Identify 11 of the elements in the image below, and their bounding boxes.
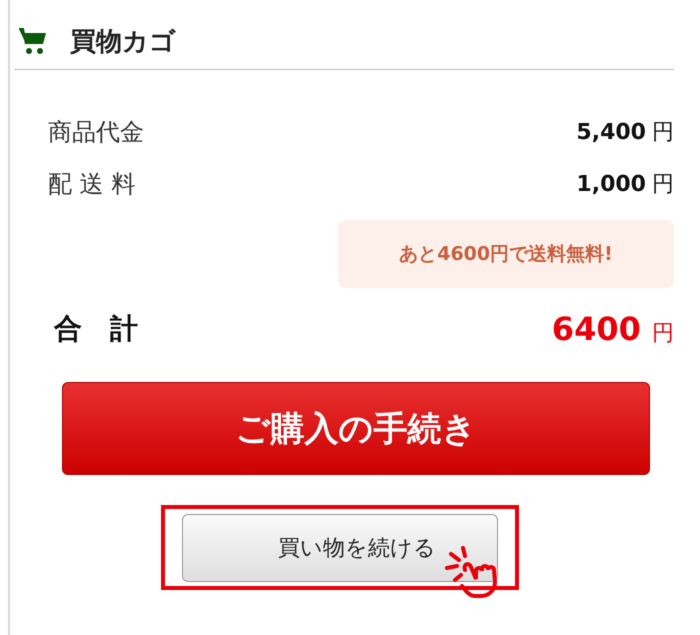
- summary-label: 配 送 料: [48, 169, 136, 200]
- cart-icon: [18, 26, 48, 56]
- summary-amount: 5,400 円: [576, 119, 674, 147]
- summary-label: 商品代金: [48, 117, 144, 148]
- summary-amount: 1,000 円: [576, 171, 674, 199]
- total-amount: 6400 円: [552, 310, 674, 348]
- checkout-button[interactable]: ご購入の手続き: [62, 382, 650, 475]
- cart-title: 買物カゴ: [70, 26, 176, 59]
- continue-shopping-button[interactable]: 買い物を続ける: [182, 514, 498, 582]
- free-shipping-notice: あと4600円で送料無料!: [338, 220, 674, 288]
- total-label: 合 計: [54, 311, 138, 347]
